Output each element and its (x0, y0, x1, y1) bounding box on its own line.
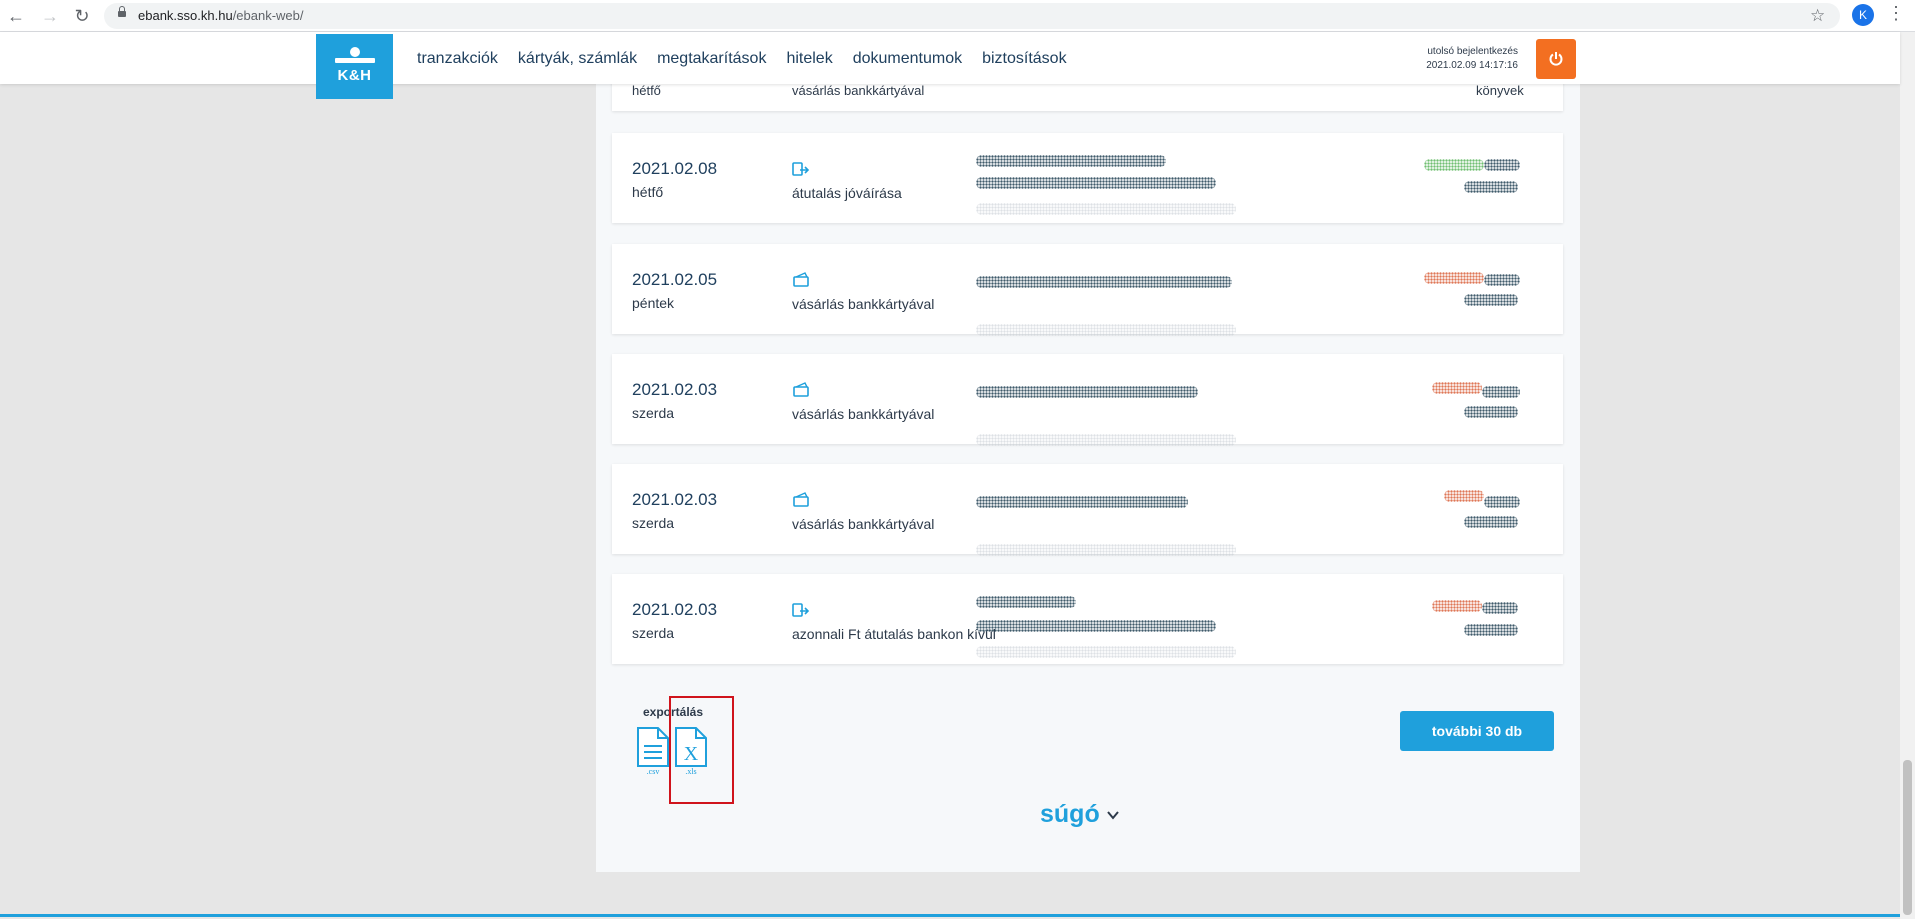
transaction-date: 2021.02.03 (632, 600, 718, 619)
xls-highlight-box (669, 696, 734, 804)
nav-dokumentumok[interactable]: dokumentumok (853, 50, 962, 68)
redacted-amount (1424, 272, 1484, 284)
transaction-row[interactable]: 2021.02.05 péntek vásárlás bankkártyával (612, 244, 1563, 336)
transaction-date: 2021.02.03 (632, 380, 718, 399)
logo-figure-icon (350, 47, 360, 57)
redacted-amount (1444, 490, 1484, 502)
transaction-type: azonnali Ft átutalás bankon kívül (792, 626, 996, 642)
load-more-button[interactable]: további 30 db (1400, 711, 1554, 751)
card-icon (793, 272, 809, 287)
transaction-date: 2021.02.08 (632, 159, 718, 178)
card-icon (793, 492, 809, 507)
nav-megtakaritasok[interactable]: megtakarítások (657, 50, 766, 68)
forward-arrow-icon[interactable]: → (38, 4, 62, 28)
transaction-day: szerda (632, 625, 675, 641)
transaction-day: szerda (632, 405, 675, 421)
transaction-category: könyvek (1476, 83, 1524, 98)
nav-biztositasok[interactable]: biztosítások (982, 50, 1066, 68)
transaction-date: 2021.02.05 (632, 270, 718, 289)
redacted-description (976, 276, 1232, 288)
last-login-info: utolsó bejelentkezés 2021.02.09 14:17:16 (1400, 45, 1518, 73)
transfer-icon (792, 162, 810, 176)
star-icon[interactable]: ☆ (1810, 6, 1825, 26)
reload-icon[interactable]: ↻ (70, 4, 94, 28)
kh-logo[interactable]: K&H (316, 34, 393, 99)
bottom-accent-line (0, 914, 1900, 917)
transaction-day: péntek (632, 295, 675, 311)
main-nav: tranzakciók kártyák, számlák megtakarítá… (417, 50, 1087, 68)
transaction-type: átutalás jóváírása (792, 185, 902, 201)
transaction-type: vásárlás bankkártyával (792, 296, 935, 312)
redacted-description (976, 596, 1076, 608)
transaction-row[interactable]: 2021.02.08 hétfő átutalás jóváírása (612, 133, 1563, 223)
chevron-down-icon (1106, 810, 1119, 820)
transaction-type: vásárlás bankkártyával (792, 406, 935, 422)
nav-tranzakciok[interactable]: tranzakciók (417, 50, 498, 68)
power-icon (1549, 52, 1563, 66)
redacted-amount (1432, 382, 1482, 394)
csv-export-icon[interactable]: .csv (636, 726, 670, 776)
card-icon (793, 382, 809, 397)
transaction-day: hétfő (632, 184, 664, 200)
redacted-description (976, 386, 1198, 398)
last-login-label: utolsó bejelentkezés (1427, 46, 1518, 57)
last-login-value: 2021.02.09 14:17:16 (1426, 60, 1518, 71)
redacted-description (976, 496, 1188, 508)
browser-toolbar: ← → ↻ ebank.sso.kh.hu/ebank-web/ ☆ K ⋮ (0, 0, 1915, 32)
transaction-day: hétfő (632, 83, 661, 98)
redacted-amount (1424, 159, 1484, 171)
profile-avatar[interactable]: K (1852, 4, 1874, 26)
help-toggle[interactable]: súgó (1040, 800, 1120, 829)
transaction-row[interactable]: 2021.02.03 szerda azonnali Ft átutalás b… (612, 574, 1563, 664)
transaction-row[interactable]: 2021.02.03 szerda vásárlás bankkártyával (612, 354, 1563, 446)
redacted-amount (1432, 600, 1482, 612)
address-bar[interactable]: ebank.sso.kh.hu/ebank-web/ ☆ (104, 3, 1840, 29)
transaction-day: szerda (632, 515, 675, 531)
transaction-type: vásárlás bankkártyával (792, 516, 935, 532)
transfer-icon (792, 603, 810, 617)
kebab-menu-icon[interactable]: ⋮ (1887, 3, 1905, 24)
help-label: súgó (1040, 800, 1100, 828)
page-scrollbar[interactable] (1900, 32, 1915, 919)
redacted-description (976, 155, 1166, 167)
csv-label: .csv (647, 767, 660, 776)
lock-icon (118, 6, 126, 17)
logout-button[interactable] (1536, 39, 1576, 79)
transaction-type: vásárlás bankkártyával (792, 83, 925, 98)
transactions-panel: hétfő vásárlás bankkártyával könyvek 202… (596, 79, 1580, 872)
transaction-row[interactable]: 2021.02.03 szerda vásárlás bankkártyával (612, 464, 1563, 556)
scrollbar-thumb[interactable] (1903, 760, 1912, 915)
back-arrow-icon[interactable]: ← (4, 4, 28, 28)
logo-text: K&H (337, 67, 372, 84)
nav-hitelek[interactable]: hitelek (786, 50, 832, 68)
transaction-date: 2021.02.03 (632, 490, 718, 509)
url-text: ebank.sso.kh.hu/ebank-web/ (138, 8, 304, 23)
nav-kartyak-szamlak[interactable]: kártyák, számlák (518, 50, 637, 68)
